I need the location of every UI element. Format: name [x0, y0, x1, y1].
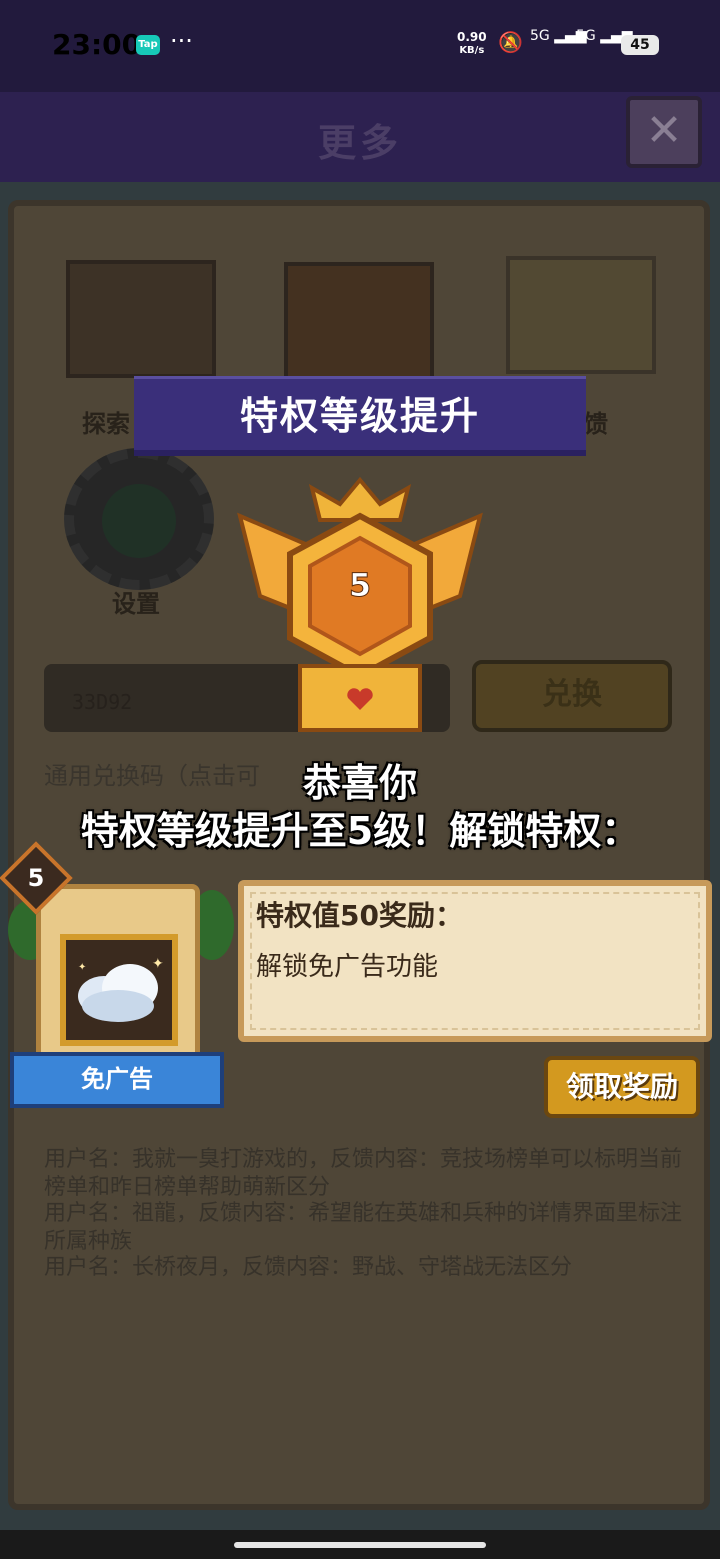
- mute-icon: 🔕: [498, 30, 523, 54]
- battery-icon: 45: [621, 35, 659, 55]
- card-label-ribbon: 免广告: [10, 1052, 224, 1108]
- card-level: 5: [27, 864, 45, 892]
- cloud-icon: ✦ ✦: [78, 956, 164, 1022]
- status-time: 23:00: [52, 28, 142, 61]
- net-speed: 0.90 KB/s: [457, 30, 487, 58]
- page-title: 更多: [317, 121, 402, 165]
- tap-app-icon: Tap: [136, 35, 160, 55]
- reward-description: 解锁免广告功能: [256, 952, 439, 982]
- net-speed-value: 0.90: [457, 30, 487, 44]
- net-speed-unit: KB/s: [459, 45, 485, 56]
- badge-level: 5: [349, 566, 371, 604]
- reward-title: 特权值50奖励：: [256, 899, 463, 932]
- privilege-badge-icon: 5: [237, 476, 483, 732]
- home-gesture-handle[interactable]: [234, 1542, 486, 1548]
- popup-banner: 特权等级提升: [134, 376, 586, 456]
- congrats-heading: 恭喜你: [302, 761, 417, 805]
- svg-text:✦: ✦: [78, 962, 86, 973]
- sim1-label: 5G: [530, 28, 550, 44]
- claim-reward-button[interactable]: 领取奖励: [544, 1056, 700, 1118]
- congrats-message: 特权等级提升至5级！解锁特权：: [80, 809, 640, 853]
- sim2-label: 5G: [576, 28, 596, 44]
- close-button[interactable]: ✕: [626, 96, 702, 168]
- svg-text:✦: ✦: [152, 956, 164, 972]
- more-notifications-icon: ···: [170, 27, 193, 55]
